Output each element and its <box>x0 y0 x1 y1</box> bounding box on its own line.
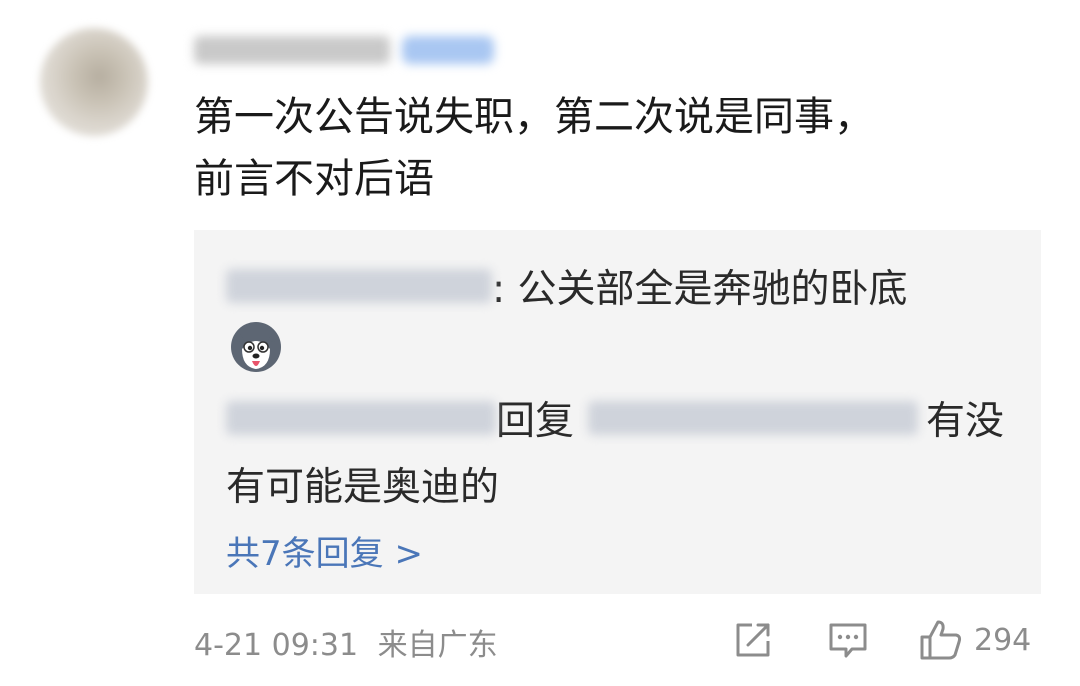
reply-word: 回复 <box>496 399 575 444</box>
comment-icon <box>829 623 867 658</box>
share-icon <box>736 623 770 657</box>
location: 来自广东 <box>377 628 498 663</box>
comment-text: 第一次公告说失职，第二次说是同事， 前言不对后语 <box>194 86 1024 210</box>
reply-text: : 公关部全是奔驰的卧底 <box>492 267 908 312</box>
share-button[interactable] <box>732 618 774 662</box>
more-replies-link[interactable]: 共7条回复 > <box>226 526 423 575</box>
reply-text-part-2: 有可能是奥迪的 <box>226 465 500 510</box>
reply-item-2[interactable]: 回复 有没 <box>226 390 1004 446</box>
avatar[interactable] <box>40 28 148 136</box>
thumbs-up-icon <box>920 620 962 660</box>
user-badge-blurred <box>402 36 494 64</box>
timestamp: 4-21 09:31 <box>194 628 359 663</box>
reply-item-1[interactable]: : 公关部全是奔驰的卧底 <box>226 258 908 314</box>
reply-text-part-1: 有没 <box>926 399 1005 444</box>
username[interactable] <box>194 32 494 68</box>
reply-box[interactable]: : 公关部全是奔驰的卧底 回复 有没 有可能是奥迪的 共7条回复 > <box>194 230 1041 594</box>
comment-text-line-1: 第一次公告说失职，第二次说是同事， <box>194 94 874 140</box>
like-button[interactable]: 294 <box>918 618 1031 662</box>
username-blurred[interactable] <box>194 36 390 64</box>
husky-emoji-icon <box>231 322 281 372</box>
comment-button[interactable] <box>826 618 870 662</box>
comment-text-line-2: 前言不对后语 <box>194 156 434 202</box>
reply-author-blurred[interactable] <box>226 269 492 303</box>
like-count: 294 <box>974 622 1032 658</box>
reply-target-blurred[interactable] <box>588 401 919 435</box>
comment-meta: 4-21 09:31 来自广东 <box>194 620 498 664</box>
reply-author-blurred[interactable] <box>226 401 496 435</box>
reply-item-2-continued: 有可能是奥迪的 <box>226 456 499 512</box>
